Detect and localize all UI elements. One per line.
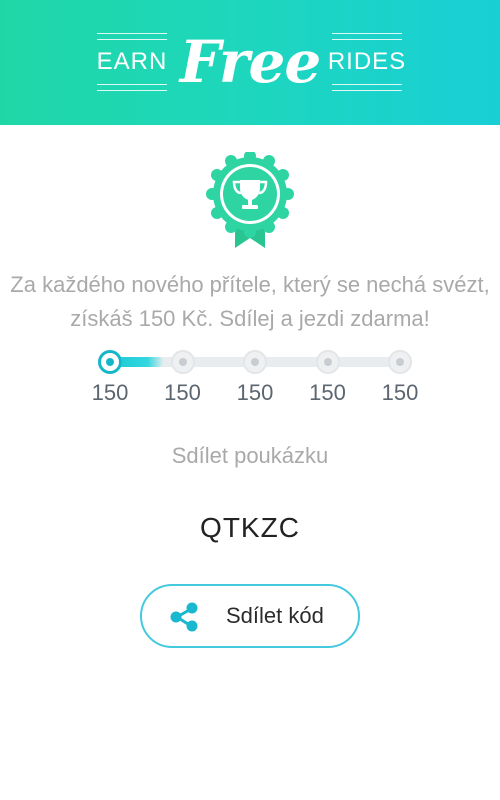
header-rule	[97, 33, 167, 40]
share-icon	[170, 602, 198, 632]
header-earn-label: EARN	[96, 48, 168, 75]
progress-step-node	[170, 350, 195, 374]
progress-step-label: 150	[236, 380, 274, 405]
share-code-button-label: Sdílet kód	[226, 603, 324, 628]
share-voucher-title: Sdílet poukázku	[171, 443, 329, 468]
progress-step-label: 150	[164, 380, 201, 405]
progress-step-labels: 150 150 150 150 150	[66, 380, 436, 410]
progress-step-node	[243, 350, 267, 374]
share-code-button[interactable]: Sdílet kód	[140, 584, 360, 648]
header-rides: RIDES	[328, 33, 405, 91]
progress-step-label: 150	[309, 380, 346, 405]
header-earn: EARN	[97, 33, 167, 91]
free-logo: Free	[179, 28, 322, 96]
progress-step-node	[98, 350, 122, 374]
referral-progress-track	[92, 345, 412, 381]
header-rule	[332, 84, 402, 91]
referral-screen: EARN Free RIDES Za každého nového přítel…	[0, 0, 500, 800]
header-rides-label: RIDES	[327, 48, 407, 75]
progress-step-label: 150	[91, 380, 129, 405]
referral-description: Za každého nového přítele, který se nech…	[10, 272, 490, 331]
progress-step-label: 150	[381, 380, 419, 405]
progress-step-node	[388, 350, 412, 374]
referral-code: QTKZC	[200, 512, 300, 543]
trophy-badge-icon	[206, 152, 294, 248]
progress-step-node	[315, 350, 340, 374]
header-banner: EARN Free RIDES	[0, 0, 500, 125]
header-rule	[97, 84, 167, 91]
header-rule	[332, 33, 402, 40]
